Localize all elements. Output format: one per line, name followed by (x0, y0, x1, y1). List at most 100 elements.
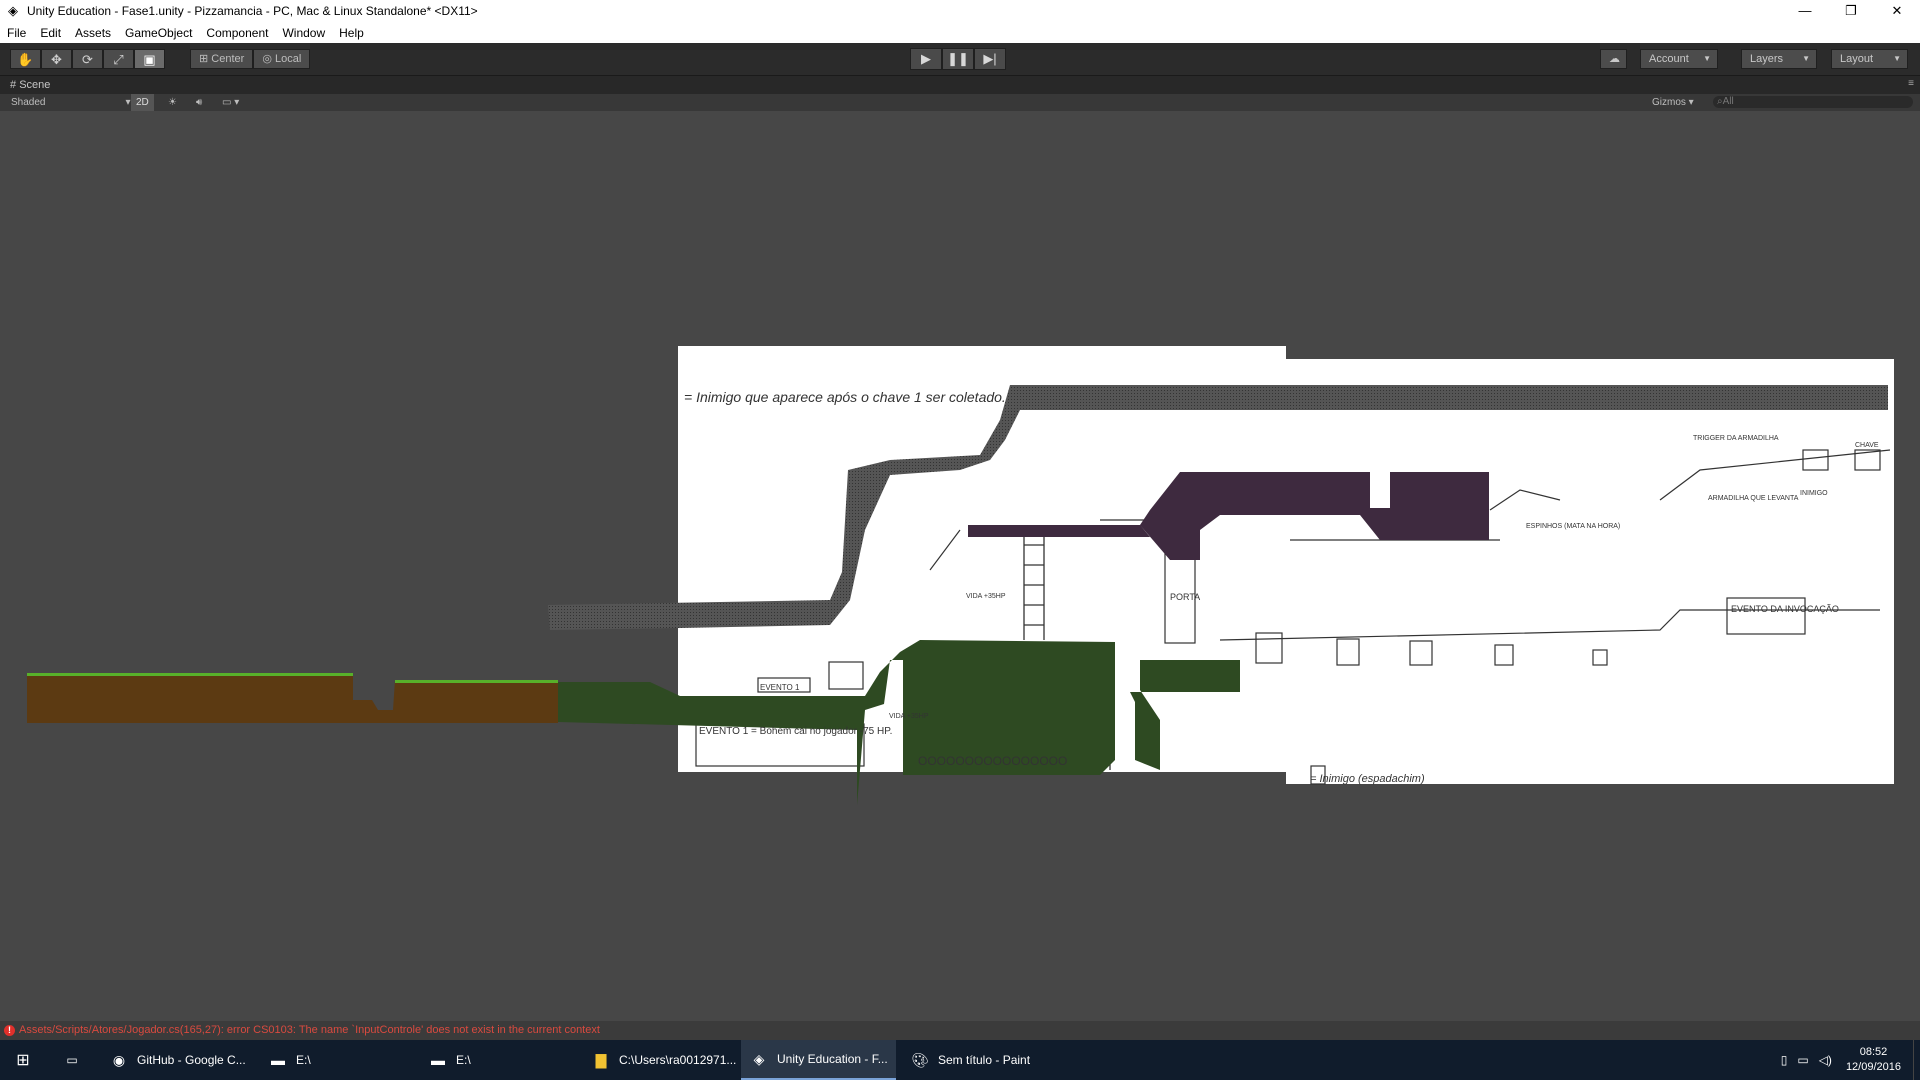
pivot-icon: ⊞ (199, 53, 212, 65)
level-canvas: = Inimigo que aparece após o chave 1 ser… (27, 346, 1894, 805)
error-message: Assets/Scripts/Atores/Jogador.cs(165,27)… (19, 1024, 600, 1036)
evento-invocacao-label: EVENTO DA INVOCAÇÃO (1731, 604, 1839, 614)
cloud-icon: ☁ (1609, 53, 1620, 65)
menu-help[interactable]: Help (332, 26, 371, 40)
gizmos-label: Gizmos (1652, 97, 1686, 108)
clock[interactable]: 08:52 12/09/2016 (1846, 1045, 1901, 1075)
gizmos-dropdown[interactable]: Gizmos ▾ (1652, 94, 1694, 111)
chrome-icon: ◉ (112, 1051, 126, 1068)
note-star: = Inimigo que aparece após o chave 1 ser… (684, 389, 1006, 405)
console-status-bar[interactable]: ! Assets/Scripts/Atores/Jogador.cs(165,27… (0, 1021, 1920, 1040)
scale-tool-icon[interactable]: ⤢ (103, 49, 134, 69)
hand-tool-icon[interactable]: ✋ (10, 49, 41, 69)
tab-menu-icon[interactable]: ≡ (1908, 78, 1914, 89)
unity-icon: ◈ (753, 1050, 765, 1067)
menu-file[interactable]: File (0, 26, 33, 40)
title-bar: ◈ Unity Education - Fase1.unity - Pizzam… (0, 0, 1920, 22)
windows-logo-icon: ⊞ (16, 1052, 30, 1069)
play-button[interactable]: ▶ (910, 48, 942, 70)
account-label: Account (1649, 53, 1689, 65)
chevron-down-icon: ▼ (1703, 54, 1711, 63)
vida-label-2: VIDA +35HP (889, 713, 929, 720)
minimize-button[interactable]: — (1782, 0, 1828, 22)
error-icon: ! (4, 1024, 15, 1036)
folder-icon: ▇ (595, 1051, 607, 1068)
layout-dropdown[interactable]: Layout ▼ (1831, 49, 1908, 69)
account-dropdown[interactable]: Account ▼ (1640, 49, 1718, 69)
scene-search-input[interactable]: ⌕All (1713, 96, 1913, 108)
espinhos-label: ESPINHOS (MATA NA HORA) (1526, 523, 1620, 530)
coins-row: OOOOOOOOOOOOOOOO (918, 754, 1067, 768)
move-tool-icon[interactable]: ✥ (41, 49, 72, 69)
toggle-2d[interactable]: 2D (131, 94, 154, 111)
lighting-toggle-icon[interactable]: ☀ (168, 94, 177, 111)
shading-mode-dropdown[interactable]: Shaded ▾ (11, 94, 131, 111)
rotate-tool-icon[interactable]: ⟳ (72, 49, 103, 69)
pivot-local-label: Local (274, 53, 302, 65)
cloud-button[interactable]: ☁ (1600, 49, 1627, 69)
unity-logo-icon: ◈ (8, 3, 18, 18)
menu-edit[interactable]: Edit (33, 26, 68, 40)
taskbar-item-label: GitHub - Google C... (137, 1053, 246, 1067)
drive-icon: ▬ (431, 1052, 445, 1068)
taskbar-item-label: E:\ (296, 1053, 311, 1067)
trigger-label: TRIGGER DA ARMADILHA (1693, 435, 1779, 442)
restore-button[interactable]: ❐ (1828, 0, 1874, 22)
pivot-toggles: ⊞ Center ◎ Local (190, 49, 311, 69)
chevron-down-icon: ▼ (1802, 54, 1810, 63)
evento1-text: EVENTO 1 = Bohem cai no jogador -75 HP. (699, 726, 892, 737)
scene-toolbar: Shaded ▾ 2D ☀ 🔊︎ ▭ ▾ Gizmos ▾ ⌕All (0, 94, 1920, 112)
windows-taskbar: ⊞ ▭ ◉ GitHub - Google C... ▬ E:\ ▬ E:\ ▇ C:\… (0, 1040, 1920, 1080)
start-button[interactable]: ⊞ (0, 1040, 46, 1080)
step-button[interactable]: ▶| (974, 48, 1006, 70)
scene-tab-label: Scene (19, 79, 51, 91)
menu-bar: File Edit Assets GameObject Component Wi… (0, 22, 1920, 44)
pivot-local-toggle[interactable]: ◎ Local (253, 49, 311, 69)
close-button[interactable]: ✕ (1874, 0, 1920, 22)
scene-viewport[interactable]: = Inimigo que aparece após o chave 1 ser… (0, 111, 1920, 1021)
rect-tool-icon[interactable]: ▣ (134, 49, 165, 69)
dirt-ground-right (353, 680, 558, 723)
network-icon[interactable]: ▭ (1797, 1053, 1808, 1067)
chave-label: CHAVE (1855, 442, 1879, 449)
pause-button[interactable]: ❚❚ (942, 48, 974, 70)
taskbar-item-drive-1[interactable]: ▬ E:\ (260, 1040, 415, 1080)
menu-window[interactable]: Window (275, 26, 332, 40)
scene-tab-bar: # Scene ≡ (0, 76, 1920, 94)
chevron-down-icon: ▼ (1893, 54, 1901, 63)
drive-icon: ▬ (271, 1052, 285, 1068)
note-enemy: = Inimigo (espadachim) (1310, 773, 1425, 785)
clock-time: 08:52 (1859, 1046, 1888, 1058)
porta-label: PORTA (1170, 592, 1200, 602)
menu-gameobject[interactable]: GameObject (118, 26, 199, 40)
sketch-paper-right (1286, 359, 1894, 784)
pivot-center-toggle[interactable]: ⊞ Center (190, 49, 254, 69)
battery-icon[interactable]: ▯ (1781, 1053, 1788, 1067)
show-desktop-button[interactable] (1913, 1040, 1920, 1080)
grass-edge-left (27, 673, 353, 676)
armadilha-label: ARMADILHA QUE LEVANTA (1708, 495, 1799, 502)
taskbar-item-paint[interactable]: 🎨︎ Sem título - Paint (902, 1040, 1057, 1080)
taskbar-item-explorer[interactable]: ▇ C:\Users\ra0012971... (583, 1040, 738, 1080)
volume-icon[interactable]: ◁) (1819, 1053, 1832, 1067)
local-icon: ◎ (262, 53, 275, 65)
layers-label: Layers (1750, 53, 1784, 65)
effects-toggle-icon[interactable]: ▭ ▾ (222, 94, 239, 111)
menu-component[interactable]: Component (199, 26, 275, 40)
task-view-icon: ▭ (66, 1053, 78, 1067)
taskbar-item-drive-2[interactable]: ▬ E:\ (420, 1040, 575, 1080)
layers-dropdown[interactable]: Layers ▼ (1741, 49, 1817, 69)
taskbar-item-chrome[interactable]: ◉ GitHub - Google C... (101, 1040, 256, 1080)
taskbar-item-label: Sem título - Paint (938, 1053, 1031, 1067)
transform-tools: ✋ ✥ ⟳ ⤢ ▣ (10, 49, 165, 69)
tab-scene[interactable]: # Scene (4, 76, 56, 94)
paint-icon: 🎨︎ (911, 1051, 929, 1068)
layout-label: Layout (1840, 53, 1874, 65)
menu-assets[interactable]: Assets (68, 26, 118, 40)
task-view-button[interactable]: ▭ (56, 1040, 88, 1080)
dirt-ground-left (27, 673, 353, 723)
grass-edge-right (395, 680, 558, 683)
audio-toggle-icon[interactable]: 🔊︎ (196, 94, 202, 111)
taskbar-item-unity[interactable]: ◈ Unity Education - F... (741, 1040, 896, 1080)
shading-label: Shaded (11, 97, 46, 108)
